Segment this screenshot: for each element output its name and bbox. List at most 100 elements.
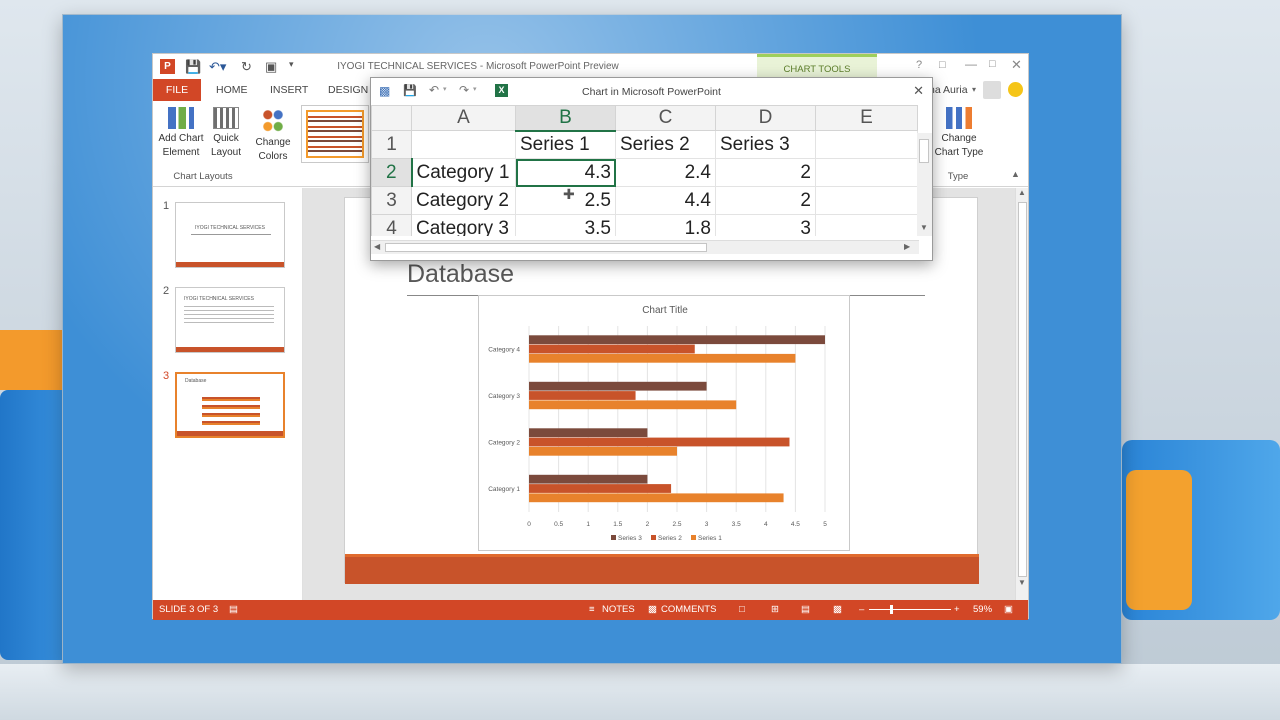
cell[interactable]: Category 3 bbox=[411, 214, 516, 236]
ribbon-display-icon[interactable]: □ bbox=[939, 59, 946, 71]
scroll-thumb[interactable] bbox=[919, 139, 929, 163]
quick-layout-label-1: Quick bbox=[213, 133, 239, 144]
cell[interactable]: 4.4 bbox=[615, 186, 716, 215]
scroll-left-icon[interactable]: ◀ bbox=[374, 242, 380, 251]
column-header-a[interactable]: A bbox=[411, 105, 516, 131]
scroll-right-icon[interactable]: ▶ bbox=[904, 242, 910, 251]
add-chart-element-button[interactable]: Add Chart Element bbox=[156, 107, 206, 160]
smiley-feedback-icon[interactable] bbox=[1008, 82, 1023, 97]
zoom-level[interactable]: 59% bbox=[973, 604, 992, 615]
fit-to-window-icon[interactable]: ▣ bbox=[1004, 604, 1013, 615]
cell[interactable]: 1.8 bbox=[615, 214, 716, 236]
thumbnail-title: IYOGI TECHNICAL SERVICES bbox=[184, 296, 254, 302]
legend-swatch bbox=[691, 535, 696, 540]
column-header-e[interactable]: E bbox=[815, 105, 918, 131]
thumbnail-rule bbox=[191, 234, 271, 235]
avatar[interactable] bbox=[983, 81, 1001, 99]
reading-view-icon[interactable]: ▤ bbox=[801, 604, 810, 615]
add-chart-element-icon bbox=[168, 107, 194, 129]
data-sheet-title: Chart in Microsoft PowerPoint bbox=[582, 86, 721, 98]
active-cell[interactable]: 4.3 bbox=[515, 158, 616, 187]
legend-entry: Series 1 bbox=[698, 535, 722, 542]
cell[interactable] bbox=[815, 186, 918, 215]
change-colors-button[interactable]: Change Colors bbox=[252, 107, 294, 164]
minimize-icon[interactable]: — bbox=[965, 57, 977, 71]
maximize-icon[interactable]: □ bbox=[989, 58, 996, 70]
thumbnail-title: IYOGI TECHNICAL SERVICES bbox=[195, 225, 265, 231]
data-sheet-horizontal-scrollbar[interactable]: ◀ ▶ bbox=[371, 240, 919, 254]
row-header[interactable]: 2 bbox=[371, 158, 413, 187]
tab-file[interactable]: FILE bbox=[153, 79, 201, 101]
zoom-out-icon[interactable]: – bbox=[859, 604, 864, 615]
chart-styles-gallery[interactable] bbox=[301, 105, 369, 163]
scroll-up-icon[interactable]: ▲ bbox=[1018, 188, 1026, 197]
tab-design[interactable]: DESIGN bbox=[328, 84, 368, 96]
chart-tools-contextual-tab[interactable]: CHART TOOLS bbox=[757, 54, 877, 79]
help-icon[interactable]: ? bbox=[916, 59, 922, 71]
notes-icon[interactable]: ≡ bbox=[589, 604, 595, 615]
data-sheet-vertical-scrollbar[interactable]: ▼ bbox=[917, 133, 932, 236]
zoom-in-icon[interactable]: + bbox=[954, 604, 960, 615]
slideshow-view-icon[interactable]: ▩ bbox=[833, 604, 842, 615]
row-header[interactable]: 4 bbox=[371, 214, 412, 236]
tab-insert[interactable]: INSERT bbox=[270, 84, 308, 96]
select-all-corner[interactable] bbox=[371, 105, 412, 131]
legend-entry: Series 2 bbox=[658, 535, 682, 542]
quick-layout-button[interactable]: Quick Layout bbox=[209, 107, 243, 160]
tab-home[interactable]: HOME bbox=[216, 84, 248, 96]
slide-thumbnail-1[interactable]: IYOGI TECHNICAL SERVICES bbox=[175, 202, 285, 268]
window-title: IYOGI TECHNICAL SERVICES - Microsoft Pow… bbox=[337, 61, 619, 72]
chart-object[interactable]: Chart Title 0 0.5 1 1.5 2 2.5 3 3.5 4 4.5 5 Category… bbox=[478, 295, 850, 551]
bar-series-2 bbox=[529, 391, 636, 400]
close-icon[interactable]: ✕ bbox=[913, 83, 924, 99]
scroll-down-icon[interactable]: ▼ bbox=[920, 223, 928, 232]
cell[interactable] bbox=[815, 130, 918, 159]
column-header-c[interactable]: C bbox=[615, 105, 716, 131]
cell[interactable]: 2 bbox=[715, 158, 816, 187]
slide-sorter-icon[interactable]: ⊞ bbox=[771, 604, 779, 615]
cell[interactable]: Series 1 bbox=[515, 130, 616, 159]
user-name[interactable]: na Auria bbox=[929, 84, 968, 96]
column-header-d[interactable]: D bbox=[715, 105, 816, 131]
column-header-b[interactable]: B bbox=[515, 105, 616, 132]
data-sheet-title-bar: ▩ 💾 ↶ ▾ ↷ ▾ X Chart in Microsoft PowerPo… bbox=[371, 78, 932, 104]
comments-icon[interactable]: ▩ bbox=[648, 604, 657, 615]
zoom-slider[interactable] bbox=[869, 609, 951, 610]
comments-button[interactable]: COMMENTS bbox=[661, 604, 716, 615]
cell[interactable]: Category 2 bbox=[411, 186, 516, 215]
cell[interactable]: 3.5 bbox=[515, 214, 616, 236]
user-dropdown-icon[interactable]: ▾ bbox=[972, 85, 976, 94]
cell[interactable]: Category 1 bbox=[411, 158, 516, 187]
row-header[interactable]: 3 bbox=[371, 186, 412, 215]
change-chart-type-label-2: Chart Type bbox=[934, 147, 984, 158]
slide-thumbnail-2[interactable]: IYOGI TECHNICAL SERVICES bbox=[175, 287, 285, 353]
change-colors-label-1: Change bbox=[255, 137, 291, 148]
notes-button[interactable]: NOTES bbox=[602, 604, 635, 615]
cell[interactable]: Series 2 bbox=[615, 130, 716, 159]
cell-cursor-icon: ✚ bbox=[563, 186, 575, 202]
chart-style-thumbnail[interactable] bbox=[306, 110, 364, 158]
quick-layout-icon bbox=[213, 107, 239, 129]
cell[interactable]: Series 3 bbox=[715, 130, 816, 159]
slide-title[interactable]: Database bbox=[407, 260, 514, 289]
close-icon[interactable]: ✕ bbox=[1011, 57, 1022, 73]
scroll-thumb[interactable] bbox=[1018, 202, 1027, 577]
row-header[interactable]: 1 bbox=[371, 130, 412, 159]
spellcheck-icon[interactable]: ▤ bbox=[229, 604, 238, 615]
vertical-scrollbar[interactable]: ▲ ▼ bbox=[1015, 188, 1028, 600]
quick-layout-label-2: Layout bbox=[210, 147, 242, 158]
change-chart-type-button[interactable]: Change Chart Type bbox=[931, 107, 987, 160]
cell[interactable]: 2.4 bbox=[615, 158, 716, 187]
cell[interactable] bbox=[411, 130, 516, 159]
cell[interactable]: 3 bbox=[715, 214, 816, 236]
x-tick-label: 3 bbox=[705, 521, 709, 528]
slide-thumbnail-3-selected[interactable]: Database bbox=[175, 372, 285, 438]
collapse-ribbon-icon[interactable]: ▲ bbox=[1011, 169, 1020, 179]
scroll-thumb[interactable] bbox=[385, 243, 707, 252]
cell[interactable]: 2 bbox=[715, 186, 816, 215]
scroll-down-icon[interactable]: ▼ bbox=[1018, 578, 1026, 587]
zoom-slider-thumb[interactable] bbox=[890, 605, 893, 614]
cell[interactable] bbox=[815, 214, 918, 236]
normal-view-icon[interactable]: □ bbox=[739, 604, 745, 615]
cell[interactable] bbox=[815, 158, 918, 187]
